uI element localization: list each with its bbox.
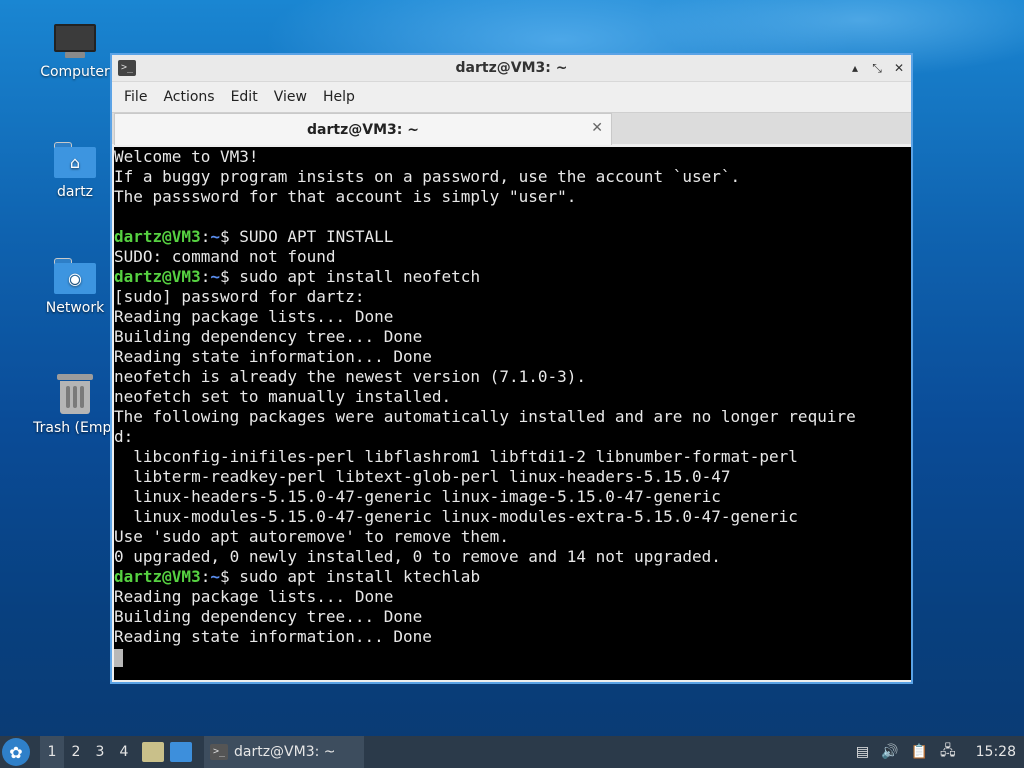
workspace-4[interactable]: 4	[112, 744, 136, 760]
maximize-icon[interactable]: ⤡	[871, 59, 883, 77]
prompt-separator: :	[200, 567, 211, 586]
prompt-separator: :	[200, 227, 211, 246]
prompt-user: dartz@VM3	[114, 227, 201, 246]
command-text: $ sudo apt install ktechlab	[219, 567, 481, 586]
terminal-line: d:	[114, 427, 134, 446]
terminal-line: The following packages were automaticall…	[114, 407, 856, 426]
terminal-output[interactable]: Welcome to VM3! If a buggy program insist…	[114, 147, 911, 680]
terminal-line: If a buggy program insists on a password…	[114, 167, 741, 186]
update-icon[interactable]: ▤	[856, 744, 869, 760]
minimize-icon[interactable]: ▴	[849, 59, 861, 77]
start-menu-icon[interactable]: ✿	[2, 738, 30, 766]
prompt-path: ~	[210, 567, 220, 586]
volume-icon[interactable]: 🔊	[881, 744, 898, 760]
tab-close-icon[interactable]: ✕	[591, 120, 603, 136]
terminal-task-icon: >_	[210, 744, 228, 760]
workspace-3[interactable]: 3	[88, 744, 112, 760]
terminal-line: libterm-readkey-perl libtext-glob-perl l…	[114, 467, 731, 486]
taskbar: ✿ 1 2 3 4 >_ dartz@VM3: ~ ▤ 🔊 📋 🖧 15:28	[0, 736, 1024, 768]
window-titlebar[interactable]: >_ dartz@VM3: ~ ▴ ⤡ ✕	[112, 55, 911, 82]
workspace-1[interactable]: 1	[40, 736, 64, 768]
menu-actions[interactable]: Actions	[157, 85, 220, 109]
clock[interactable]: 15:28	[976, 744, 1016, 760]
menu-view[interactable]: View	[268, 85, 313, 109]
terminal-line: Reading state information... Done	[114, 627, 432, 646]
prompt-user: dartz@VM3	[114, 267, 201, 286]
terminal-line: SUDO: command not found	[114, 247, 336, 266]
menu-help[interactable]: Help	[317, 85, 361, 109]
prompt-user: dartz@VM3	[114, 567, 201, 586]
show-desktop-icon[interactable]	[170, 742, 192, 762]
home-folder-icon: ⌂	[54, 142, 96, 178]
network-folder-icon: ◉	[54, 258, 96, 294]
terminal-window: >_ dartz@VM3: ~ ▴ ⤡ ✕ File Actions Edit …	[110, 53, 913, 684]
clipboard-icon[interactable]: 📋	[911, 744, 928, 760]
system-tray: ▤ 🔊 📋 🖧 15:28	[856, 740, 1024, 764]
window-title: dartz@VM3: ~	[455, 60, 568, 76]
terminal-line: linux-modules-5.15.0-47-generic linux-mo…	[114, 507, 798, 526]
terminal-line	[114, 647, 911, 667]
command-text: $ SUDO APT INSTALL	[219, 227, 394, 246]
terminal-line: Welcome to VM3!	[114, 147, 259, 166]
task-label: dartz@VM3: ~	[234, 744, 336, 760]
terminal-line: 0 upgraded, 0 newly installed, 0 to remo…	[114, 547, 721, 566]
workspace-2[interactable]: 2	[64, 744, 88, 760]
terminal-line: dartz@VM3:~$ sudo apt install neofetch	[114, 267, 911, 287]
prompt-path: ~	[210, 227, 220, 246]
menubar: File Actions Edit View Help	[112, 82, 911, 112]
terminal-line: Reading state information... Done	[114, 347, 432, 366]
terminal-line: neofetch is already the newest version (…	[114, 367, 587, 386]
file-manager-icon[interactable]	[142, 742, 164, 762]
terminal-line: Reading package lists... Done	[114, 307, 394, 326]
terminal-line: dartz@VM3:~$ SUDO APT INSTALL	[114, 227, 911, 247]
tab-title: dartz@VM3: ~	[307, 121, 419, 138]
terminal-line: [sudo] password for dartz:	[114, 287, 365, 306]
menu-file[interactable]: File	[118, 85, 153, 109]
terminal-line: Building dependency tree... Done	[114, 607, 423, 626]
network-icon[interactable]: 🖧	[940, 740, 956, 764]
terminal-line: Use 'sudo apt autoremove' to remove them…	[114, 527, 509, 546]
terminal-app-icon[interactable]: >_	[118, 60, 136, 76]
terminal-line: Building dependency tree... Done	[114, 327, 423, 346]
window-controls: ▴ ⤡ ✕	[849, 59, 905, 77]
taskbar-task-terminal[interactable]: >_ dartz@VM3: ~	[204, 736, 364, 768]
terminal-line: neofetch set to manually installed.	[114, 387, 452, 406]
computer-icon	[54, 24, 96, 58]
terminal-line: The passsword for that account is simply…	[114, 187, 577, 206]
terminal-line: Reading package lists... Done	[114, 587, 394, 606]
terminal-line: linux-headers-5.15.0-47-generic linux-im…	[114, 487, 721, 506]
prompt-path: ~	[210, 267, 220, 286]
menu-edit[interactable]: Edit	[225, 85, 264, 109]
terminal-tab[interactable]: dartz@VM3: ~ ✕	[114, 113, 612, 145]
command-text: $ sudo apt install neofetch	[219, 267, 481, 286]
tab-bar: dartz@VM3: ~ ✕	[112, 112, 911, 145]
text-cursor	[114, 648, 123, 667]
terminal-line: libconfig-inifiles-perl libflashrom1 lib…	[114, 447, 798, 466]
trash-icon	[57, 374, 93, 414]
terminal-line: dartz@VM3:~$ sudo apt install ktechlab	[114, 567, 911, 587]
close-icon[interactable]: ✕	[893, 59, 905, 77]
prompt-separator: :	[200, 267, 211, 286]
